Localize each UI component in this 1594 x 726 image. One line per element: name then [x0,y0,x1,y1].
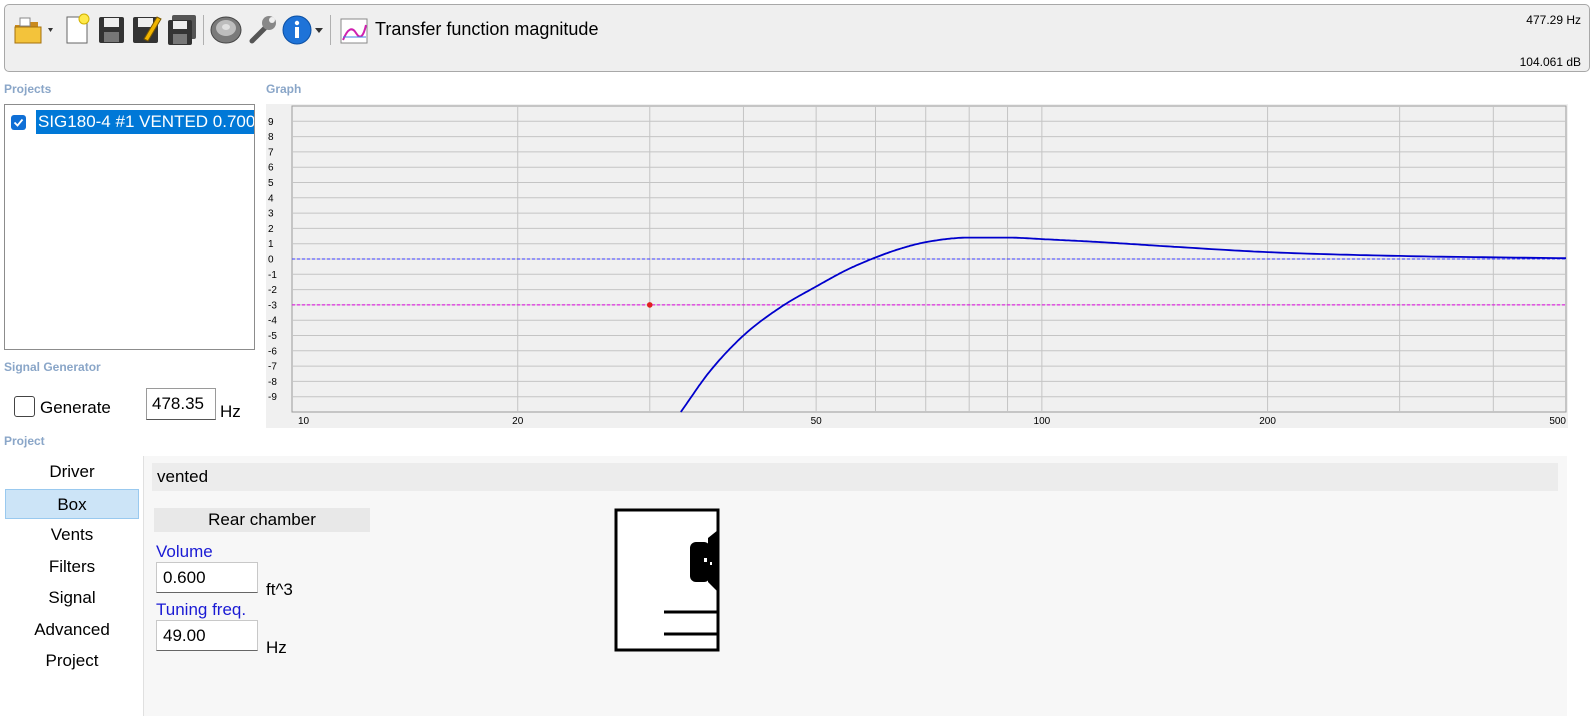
nav-item-box[interactable]: Box [5,488,139,519]
check-icon [13,118,24,127]
nav-item-signal[interactable]: Signal [5,583,139,613]
y-tick-label: 3 [268,209,274,220]
tools-icon [249,16,276,44]
new-document-icon [66,13,90,44]
y-tick-label: -6 [268,346,277,357]
toolbar-separator [203,15,204,45]
save-as-icon [133,16,162,43]
y-tick-label: -7 [268,362,277,373]
open-project-button[interactable] [11,13,59,47]
x-tick-label: 50 [811,416,823,427]
projects-list[interactable]: SIG180-4 #1 VENTED 0.700 [4,104,255,350]
y-tick-label: -8 [268,377,277,388]
box-type-field[interactable]: vented [152,463,1558,491]
y-tick-label: -2 [268,285,277,296]
x-tick-label: 10 [298,416,310,427]
project-checkbox[interactable] [11,114,26,130]
project-list-item[interactable]: SIG180-4 #1 VENTED 0.700 [11,110,254,134]
y-tick-label: 1 [268,239,274,250]
tuning-frequency-unit: Hz [266,638,287,657]
y-tick-label: 9 [268,117,274,128]
toolbar-separator [330,15,331,45]
generator-frequency-unit: Hz [220,402,241,421]
nav-item-project[interactable]: Project [5,646,139,676]
graph-icon [340,18,368,44]
graph-type-button[interactable] [337,13,371,47]
volume-label: Volume [156,542,213,561]
volume-unit: ft^3 [266,580,293,599]
cursor-frequency-readout: 477.29 Hz [1526,13,1581,27]
y-tick-label: -4 [268,316,277,327]
graph-type-title[interactable]: Transfer function magnitude [375,19,598,40]
y-tick-label: -5 [268,331,277,342]
rear-chamber-header: Rear chamber [154,508,370,532]
graph-panel[interactable]: 9 8 7 6 5 4 3 2 1 0 -1 -2 -3 -4 -5 -6 -7 -8 -9 10 20 50 100 20… [266,104,1568,428]
cursor-marker-point [646,302,653,308]
x-tick-label: 200 [1259,416,1276,427]
y-tick-label: 6 [268,163,274,174]
generate-label[interactable]: Generate [40,398,111,418]
x-tick-label: 500 [1549,416,1566,427]
y-tick-label: 4 [268,193,274,204]
transfer-function-chart[interactable]: 9876543210-1-2-3-4-5-6-7-8-9 10 20 50 100 20… [266,104,1568,428]
y-tick-label: 7 [268,147,274,158]
project-section-label: Project [4,434,45,448]
save-as-button[interactable] [129,13,163,47]
cursor-db-readout: 104.061 dB [1519,55,1581,69]
save-all-button[interactable] [165,13,199,47]
box-diagram [614,508,720,652]
new-project-button[interactable] [61,13,93,47]
graph-section-label: Graph [266,82,302,96]
box-settings-panel: vented Rear chamber Volume 0.600 ft^3 Tu… [143,456,1567,716]
driver-button[interactable] [208,13,244,47]
project-nav: Driver Box Vents Filters Signal Advanced Proje… [4,456,142,716]
tuning-frequency-label: Tuning freq. [156,600,247,619]
x-tick-label: 100 [1034,416,1051,427]
save-icon [99,17,124,43]
y-tick-label: -1 [268,270,277,281]
tuning-frequency-input[interactable]: 49.00 [156,620,258,651]
y-tick-label: 8 [268,132,274,143]
signal-generator-section-label: Signal Generator [4,360,101,374]
y-tick-label: -3 [268,300,277,311]
generate-checkbox[interactable] [14,396,35,417]
y-tick-label: 2 [268,224,274,235]
y-tick-label: -9 [268,392,277,403]
nav-item-filters[interactable]: Filters [5,552,139,582]
save-button[interactable] [95,13,127,47]
info-icon [282,15,323,45]
nav-item-vents[interactable]: Vents [5,520,139,550]
y-tick-label: 5 [268,178,274,189]
y-tick-label: 0 [268,255,274,266]
speaker-icon [210,16,242,44]
save-all-icon [168,15,196,45]
toolbar: Transfer function magnitude 477.29 Hz 10… [4,4,1590,72]
tools-button[interactable] [245,13,279,47]
open-folder-icon [14,17,53,44]
nav-item-driver[interactable]: Driver [5,457,139,487]
info-menu-button[interactable] [281,13,327,47]
volume-input[interactable]: 0.600 [156,562,258,593]
x-tick-label: 20 [512,416,524,427]
nav-item-advanced[interactable]: Advanced [5,615,139,645]
projects-section-label: Projects [4,82,52,96]
project-name[interactable]: SIG180-4 #1 VENTED 0.700 [36,110,254,134]
generator-frequency-input[interactable] [146,388,216,420]
